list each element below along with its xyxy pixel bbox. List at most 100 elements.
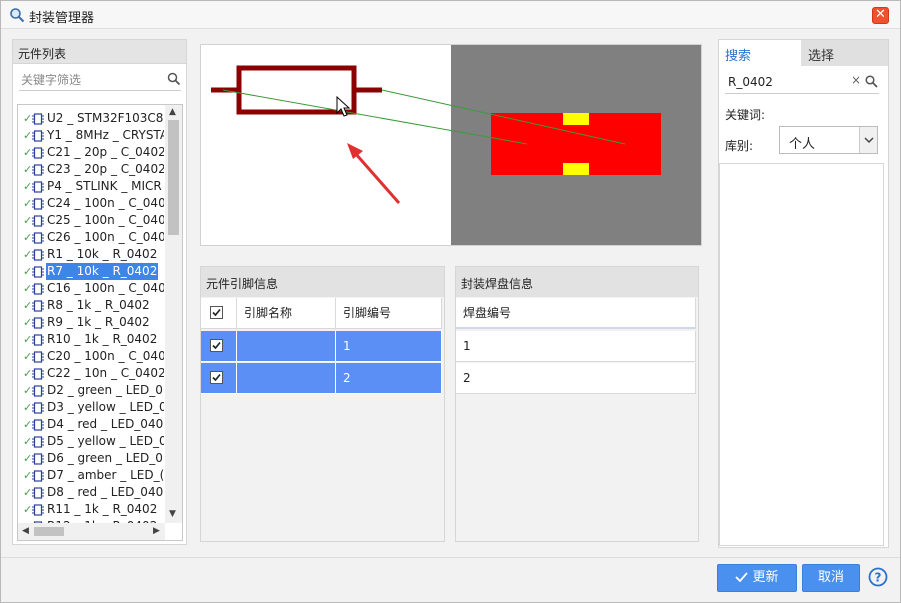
component-list-item[interactable]: ✓ R1 _ 10k _ R_0402 <box>18 246 164 263</box>
component-label: R10 _ 1k _ R_0402 <box>47 332 158 346</box>
component-list-item[interactable]: ✓ R7 _ 10k _ R_0402 <box>18 263 164 280</box>
component-list-item[interactable]: ✓ D4 _ red _ LED_040 <box>18 416 164 433</box>
component-label: D5 _ yellow _ LED_0 <box>47 434 164 448</box>
check-icon: ✓ <box>23 350 33 363</box>
col-pin-number[interactable]: 引脚编号 <box>336 298 442 329</box>
tab-select[interactable]: 选择 <box>802 40 888 66</box>
pin-row-1-number[interactable]: 1 <box>336 331 442 362</box>
component-list-item[interactable]: ✓ C16 _ 100n _ C_040 <box>18 280 164 297</box>
footer-divider <box>1 557 900 558</box>
component-list-item[interactable]: ✓ C24 _ 100n _ C_040 <box>18 195 164 212</box>
pin-row-2-check-cell[interactable] <box>201 363 237 394</box>
pin-row-1-name[interactable] <box>237 331 336 362</box>
update-button[interactable]: 更新 <box>717 564 797 592</box>
check-icon: ✓ <box>23 180 33 193</box>
component-list-item[interactable]: ✓ C26 _ 100n _ C_040 <box>18 229 164 246</box>
component-list-item[interactable]: ✓ R9 _ 1k _ R_0402 <box>18 314 164 331</box>
col-pad-number[interactable]: 焊盘编号 <box>456 298 696 329</box>
component-list-item[interactable]: ✓ Y1 _ 8MHz _ CRYSTA <box>18 127 164 144</box>
component-icon <box>32 198 44 210</box>
component-label: Y1 _ 8MHz _ CRYSTA <box>47 128 164 142</box>
pad-row-2[interactable]: 2 <box>456 363 696 394</box>
component-list-item[interactable]: ✓ R8 _ 1k _ R_0402 <box>18 297 164 314</box>
close-button[interactable]: ✕ <box>872 7 889 24</box>
scroll-up-icon[interactable]: ▲ <box>169 107 176 117</box>
component-list-item[interactable]: ✓ D6 _ green _ LED_0 <box>18 450 164 467</box>
component-label: R11 _ 1k _ R_0402 <box>47 502 158 516</box>
vertical-scroll-thumb[interactable] <box>168 120 179 235</box>
vertical-scrollbar[interactable]: ▲ ▼ <box>165 105 182 523</box>
component-label: R7 _ 10k _ R_0402 <box>46 263 159 280</box>
component-list-item[interactable]: ✓ C22 _ 10n _ C_0402 <box>18 365 164 382</box>
cancel-button[interactable]: 取消 <box>802 564 860 592</box>
component-icon <box>32 147 44 159</box>
component-icon <box>32 283 44 295</box>
component-label: R8 _ 1k _ R_0402 <box>47 298 150 312</box>
component-icon <box>32 317 44 329</box>
component-list-item[interactable]: ✓ C25 _ 100n _ C_040 <box>18 212 164 229</box>
scroll-down-icon[interactable]: ▼ <box>169 509 176 519</box>
magnifier-icon <box>10 8 25 23</box>
component-list: ✓ U2 _ STM32F103C8 ✓ Y1 _ 8MHz _ CRYSTA ✓ C21… <box>17 104 183 541</box>
search-icon[interactable] <box>865 75 878 88</box>
component-icon <box>32 487 44 499</box>
component-list-item[interactable]: ✓ C20 _ 100n _ C_040 <box>18 348 164 365</box>
component-label: D2 _ green _ LED_0 <box>47 383 163 397</box>
component-label: R9 _ 1k _ R_0402 <box>47 315 150 329</box>
select-all-cell[interactable] <box>201 298 237 329</box>
tab-search[interactable]: 搜索 <box>719 40 801 66</box>
check-icon: ✓ <box>23 418 33 431</box>
search-icon[interactable] <box>167 72 181 86</box>
check-icon: ✓ <box>23 384 33 397</box>
update-label: 更新 <box>752 570 779 585</box>
library-select-value: 个人 <box>789 137 816 152</box>
window-title: 封装管理器 <box>29 11 95 26</box>
pin-row-2-checkbox[interactable] <box>210 371 223 384</box>
component-list-item[interactable]: ✓ R10 _ 1k _ R_0402 <box>18 331 164 348</box>
component-label: D6 _ green _ LED_0 <box>47 451 163 465</box>
component-list-item[interactable]: ✓ C23 _ 20p _ C_0402 <box>18 161 164 178</box>
pin-row-1-check-cell[interactable] <box>201 331 237 362</box>
component-list-panel: 元件列表 ✓ U2 _ STM32F103C8 ✓ Y1 _ 8MHz _ CRYST… <box>12 39 187 545</box>
check-icon: ✓ <box>23 316 33 329</box>
horizontal-scrollbar[interactable]: ◀ ▶ <box>18 523 165 540</box>
keyword-label: 关键词: <box>725 108 766 122</box>
component-list-item[interactable]: ✓ P4 _ STLINK _ MICR <box>18 178 164 195</box>
clear-icon[interactable]: × <box>851 73 861 87</box>
preview-area <box>200 44 702 246</box>
help-icon[interactable]: ? <box>868 567 888 587</box>
component-label: C25 _ 100n _ C_040 <box>47 213 164 227</box>
component-label: C16 _ 100n _ C_040 <box>47 281 164 295</box>
check-icon: ✓ <box>23 503 33 516</box>
library-select[interactable]: 个人 <box>779 126 878 154</box>
pad-row-1[interactable]: 1 <box>456 331 696 362</box>
component-list-item[interactable]: ✓ R11 _ 1k _ R_0402 <box>18 501 164 518</box>
component-list-item[interactable]: ✓ C21 _ 20p _ C_0402 <box>18 144 164 161</box>
check-icon: ✓ <box>23 265 33 278</box>
component-list-item[interactable]: ✓ U2 _ STM32F103C8 <box>18 110 164 127</box>
horizontal-scroll-thumb[interactable] <box>34 527 64 536</box>
component-icon <box>32 266 44 278</box>
pin-row-2-number[interactable]: 2 <box>336 363 442 394</box>
dropdown-button[interactable] <box>859 127 877 153</box>
component-list-item[interactable]: ✓ D3 _ yellow _ LED_0 <box>18 399 164 416</box>
component-list-item[interactable]: ✓ D2 _ green _ LED_0 <box>18 382 164 399</box>
component-list-item[interactable]: ✓ D7 _ amber _ LED_( <box>18 467 164 484</box>
pin-row-1-checkbox[interactable] <box>210 339 223 352</box>
scroll-right-icon[interactable]: ▶ <box>153 526 160 536</box>
filter-input[interactable] <box>21 71 159 89</box>
search-results[interactable] <box>719 163 884 546</box>
component-label: C26 _ 100n _ C_040 <box>47 230 164 244</box>
select-all-checkbox[interactable] <box>210 306 223 319</box>
component-list-item[interactable]: ✓ D8 _ red _ LED_040 <box>18 484 164 501</box>
search-input[interactable] <box>728 73 844 91</box>
component-list-item[interactable]: ✓ D5 _ yellow _ LED_0 <box>18 433 164 450</box>
component-label: R1 _ 10k _ R_0402 <box>47 247 158 261</box>
scroll-left-icon[interactable]: ◀ <box>22 526 29 536</box>
component-icon <box>32 164 44 176</box>
col-pin-name[interactable]: 引脚名称 <box>237 298 336 329</box>
pin-row-2-name[interactable] <box>237 363 336 394</box>
pin-info-header: 元件引脚信息 <box>201 267 444 297</box>
search-tabs: 搜索 选择 <box>719 40 888 66</box>
check-icon: ✓ <box>23 435 33 448</box>
